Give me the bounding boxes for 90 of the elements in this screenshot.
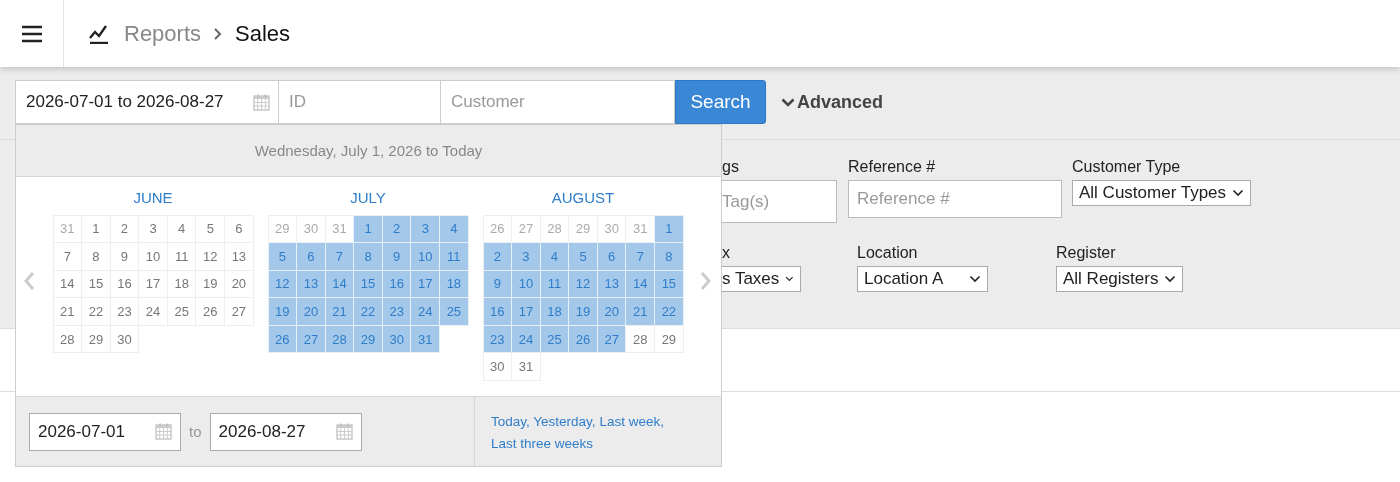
dropdown[interactable]: s Taxes [722,266,801,292]
field-label: Reference # [848,158,937,177]
search-button[interactable]: Search [675,80,766,124]
calendar-day[interactable]: 22 [353,297,383,326]
calendar-day[interactable]: 27 [296,324,326,354]
field-label: x [722,244,731,263]
dropdown[interactable]: All Customer Types [1072,180,1252,206]
calendar-day[interactable]: 4 [539,242,570,271]
calendar-day[interactable]: 30 [482,352,513,382]
calendar-day[interactable]: 28 [625,324,656,354]
calendar-day[interactable]: 7 [625,242,656,271]
calendar-day[interactable]: 18 [539,297,570,326]
start-date-field[interactable]: 2026-07-01 [29,412,181,451]
text-field[interactable]: Tag(s) [722,180,837,223]
chevron-left-icon [23,271,35,291]
calendar-day[interactable]: 11 [439,242,469,271]
separator: , [660,414,664,429]
caret-icon [1232,189,1245,197]
caret-icon [785,275,794,283]
text-field[interactable]: Reference # [848,180,1062,218]
shortcut-link[interactable]: Yesterday [533,414,592,429]
caret-icon [1164,275,1177,283]
calendar-day[interactable]: 30 [109,324,140,354]
advanced-link[interactable]: Advanced [781,92,884,113]
customer-field[interactable]: Customer [441,80,675,124]
calendar-day[interactable]: 5 [568,242,598,271]
calendar-icon [335,423,353,440]
date-range-field[interactable]: 2026-07-01 to 2026-08-27 [15,80,279,124]
calendar-day[interactable]: 5 [267,242,298,271]
calendar-day[interactable]: 9 [381,242,412,271]
shortcut-link[interactable]: Last three weeks [491,436,594,451]
menu-icon [20,24,43,43]
month-title: JUNE [132,188,174,208]
calendar-day[interactable]: 1 [654,214,684,244]
menu-button[interactable] [0,0,64,67]
separator: , [526,414,530,429]
calendar-day[interactable]: 28 [52,324,83,354]
calendar-day[interactable]: 8 [353,242,383,271]
calendar-day[interactable]: 3 [511,242,541,271]
calendar-day[interactable]: 7 [324,242,355,271]
calendar-day[interactable]: 20 [296,297,326,326]
caret-icon [969,275,981,283]
calendar-day[interactable]: 2 [482,242,513,271]
field-label: Register [1056,244,1117,263]
calendar-day[interactable]: 3 [410,214,441,244]
calendar-day[interactable]: 17 [511,297,541,326]
id-field[interactable]: ID [279,80,441,124]
month-title: JULY [349,188,387,208]
calendar-icon [155,423,172,440]
calendar-day[interactable]: 22 [654,297,684,326]
calendar-day[interactable]: 21 [324,297,355,326]
chevron-right-icon [700,271,712,291]
calendar-day: 31 [52,214,83,244]
calendar-day[interactable]: 26 [267,324,298,354]
calendar-day[interactable]: 4 [439,214,469,244]
month-title: AUGUST [550,188,616,208]
calendar-day[interactable]: 31 [511,352,541,382]
dropdown[interactable]: Location A [857,266,988,292]
field-label: gs [722,158,740,177]
breadcrumb-link[interactable]: Reports [124,20,202,47]
dropdown[interactable]: All Registers [1056,266,1184,292]
calendar-day[interactable]: 8 [654,242,684,271]
calendar-day[interactable]: 24 [410,297,441,326]
range-summary: Wednesday, July 1, 2026 to Today [16,125,721,177]
calendar-day[interactable]: 20 [596,297,627,326]
chart-icon [89,23,109,44]
calendar-day[interactable]: 6 [596,242,627,271]
calendar-day[interactable]: 27 [224,297,254,326]
calendar-day[interactable]: 19 [267,297,298,326]
page-title: Sales [235,20,291,47]
calendar-day[interactable]: 29 [654,324,684,354]
calendar-day[interactable]: 21 [625,297,656,326]
calendar-day[interactable]: 31 [410,324,441,354]
calendar-day[interactable]: 6 [296,242,326,271]
chevron-icon [213,26,224,41]
end-date-field[interactable]: 2026-08-27 [209,412,362,451]
calendar-day[interactable]: 19 [568,297,598,326]
calendar-day[interactable]: 16 [482,297,513,326]
calendar-day[interactable]: 25 [439,297,469,326]
to-label: to [189,423,202,440]
field-label: Location [857,244,919,263]
calendar-day[interactable]: 29 [353,324,383,354]
chevron-down-icon [781,97,795,108]
calendar-icon [253,93,270,111]
calendar-day[interactable]: 10 [410,242,441,271]
calendar-day[interactable]: 23 [381,297,412,326]
field-label: Customer Type [1072,158,1182,177]
calendar-day[interactable]: 26 [568,324,598,354]
calendar-day[interactable]: 1 [353,214,383,244]
calendar-day[interactable]: 6 [224,214,254,244]
